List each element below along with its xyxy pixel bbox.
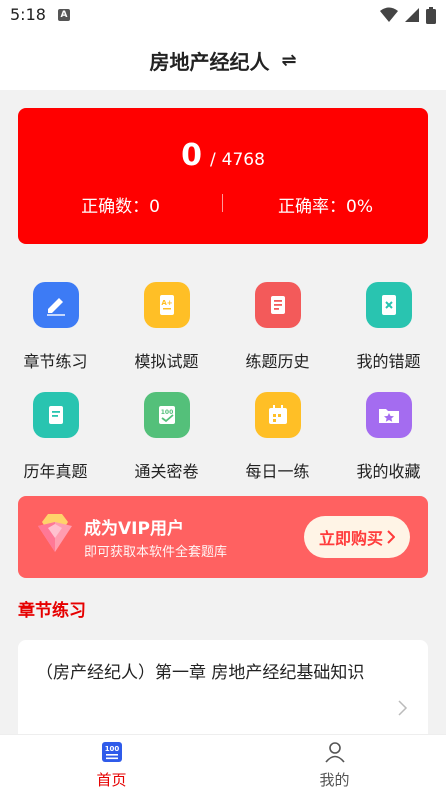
swap-icon[interactable]: ⇌ <box>281 50 296 71</box>
menu-mock-exam[interactable]: A+ 模拟试题 <box>111 282 222 372</box>
menu-label: 我的收藏 <box>356 462 421 481</box>
document-icon <box>32 392 79 438</box>
home-icon-text: 100 <box>104 745 119 753</box>
wifi-icon <box>380 7 398 22</box>
exam-paper-icon: A+ <box>143 282 190 328</box>
status-time: 5:18 <box>10 5 46 24</box>
tab-mine-label: 我的 <box>319 771 350 789</box>
chapter-title: （房产经纪人）第一章 房地产经纪基础知识 <box>36 663 365 683</box>
svg-text:A+: A+ <box>161 299 172 307</box>
progress-separator: / <box>209 150 216 170</box>
app-header: 房地产经纪人 ⇌ <box>0 30 446 90</box>
menu-my-mistakes[interactable]: 我的错题 <box>333 282 444 372</box>
buy-now-button[interactable]: 立即购买 <box>304 516 410 558</box>
exam-switcher[interactable]: 房地产经纪人 ⇌ <box>0 30 446 90</box>
tab-mine[interactable]: 我的 <box>223 741 446 790</box>
menu-label: 章节练习 <box>23 352 88 371</box>
menu-label: 通关密卷 <box>134 462 199 481</box>
notebook-icon <box>254 282 301 328</box>
menu-past-exams[interactable]: 历年真题 <box>0 392 111 482</box>
status-bar: 5:18 A <box>0 0 446 30</box>
chapter-list-item[interactable]: （房产经纪人）第一章 房地产经纪基础知识 <box>18 640 428 740</box>
star-folder-icon <box>365 392 412 438</box>
menu-my-favorites[interactable]: 我的收藏 <box>333 392 444 482</box>
menu-daily-practice[interactable]: 每日一练 <box>222 392 333 482</box>
pen-icon <box>32 282 79 328</box>
menu-label: 练题历史 <box>245 352 310 371</box>
notification-icon: A <box>58 9 70 21</box>
buy-now-label: 立即购买 <box>318 529 383 548</box>
menu-label: 每日一练 <box>245 462 310 481</box>
tab-home-label: 首页 <box>96 771 127 789</box>
home-100-icon: 100 <box>101 742 122 762</box>
chevron-right-icon <box>398 700 408 716</box>
menu-chapter-practice[interactable]: 章节练习 <box>0 282 111 372</box>
total-count: 4768 <box>221 150 265 170</box>
signal-icon <box>405 8 419 22</box>
score-100-icon: 100 <box>143 392 190 438</box>
correct-count: 正确数：0 <box>81 197 160 217</box>
battery-icon <box>426 6 436 24</box>
correct-rate: 正确率：0% <box>278 197 373 217</box>
svg-text:100: 100 <box>160 409 173 416</box>
vip-title: 成为VIP用户 <box>84 519 184 539</box>
menu-label: 我的错题 <box>356 352 421 371</box>
score-card: 0 /4768 正确数：0 正确率：0% <box>18 108 428 244</box>
calendar-icon <box>254 392 301 438</box>
tab-home[interactable]: 100 首页 <box>0 741 223 790</box>
user-icon <box>324 742 345 763</box>
vip-subtitle: 即可获取本软件全套题库 <box>84 545 228 560</box>
answered-count: 0 <box>181 138 202 173</box>
section-title: 章节练习 <box>18 601 86 621</box>
bottom-tab-bar: 100 首页 我的 <box>0 734 446 794</box>
vip-banner[interactable]: 成为VIP用户 即可获取本软件全套题库 立即购买 <box>18 496 428 578</box>
system-icons <box>380 6 436 24</box>
wrong-book-icon <box>365 282 412 328</box>
chevron-right-icon <box>387 530 395 544</box>
menu-label: 历年真题 <box>23 462 88 481</box>
menu-pass-papers[interactable]: 100 通关密卷 <box>111 392 222 482</box>
page-title: 房地产经纪人 <box>149 49 270 74</box>
menu-label: 模拟试题 <box>134 352 199 371</box>
diamond-icon <box>38 514 72 552</box>
menu-practice-history[interactable]: 练题历史 <box>222 282 333 372</box>
progress-summary: 0 /4768 <box>18 138 428 173</box>
